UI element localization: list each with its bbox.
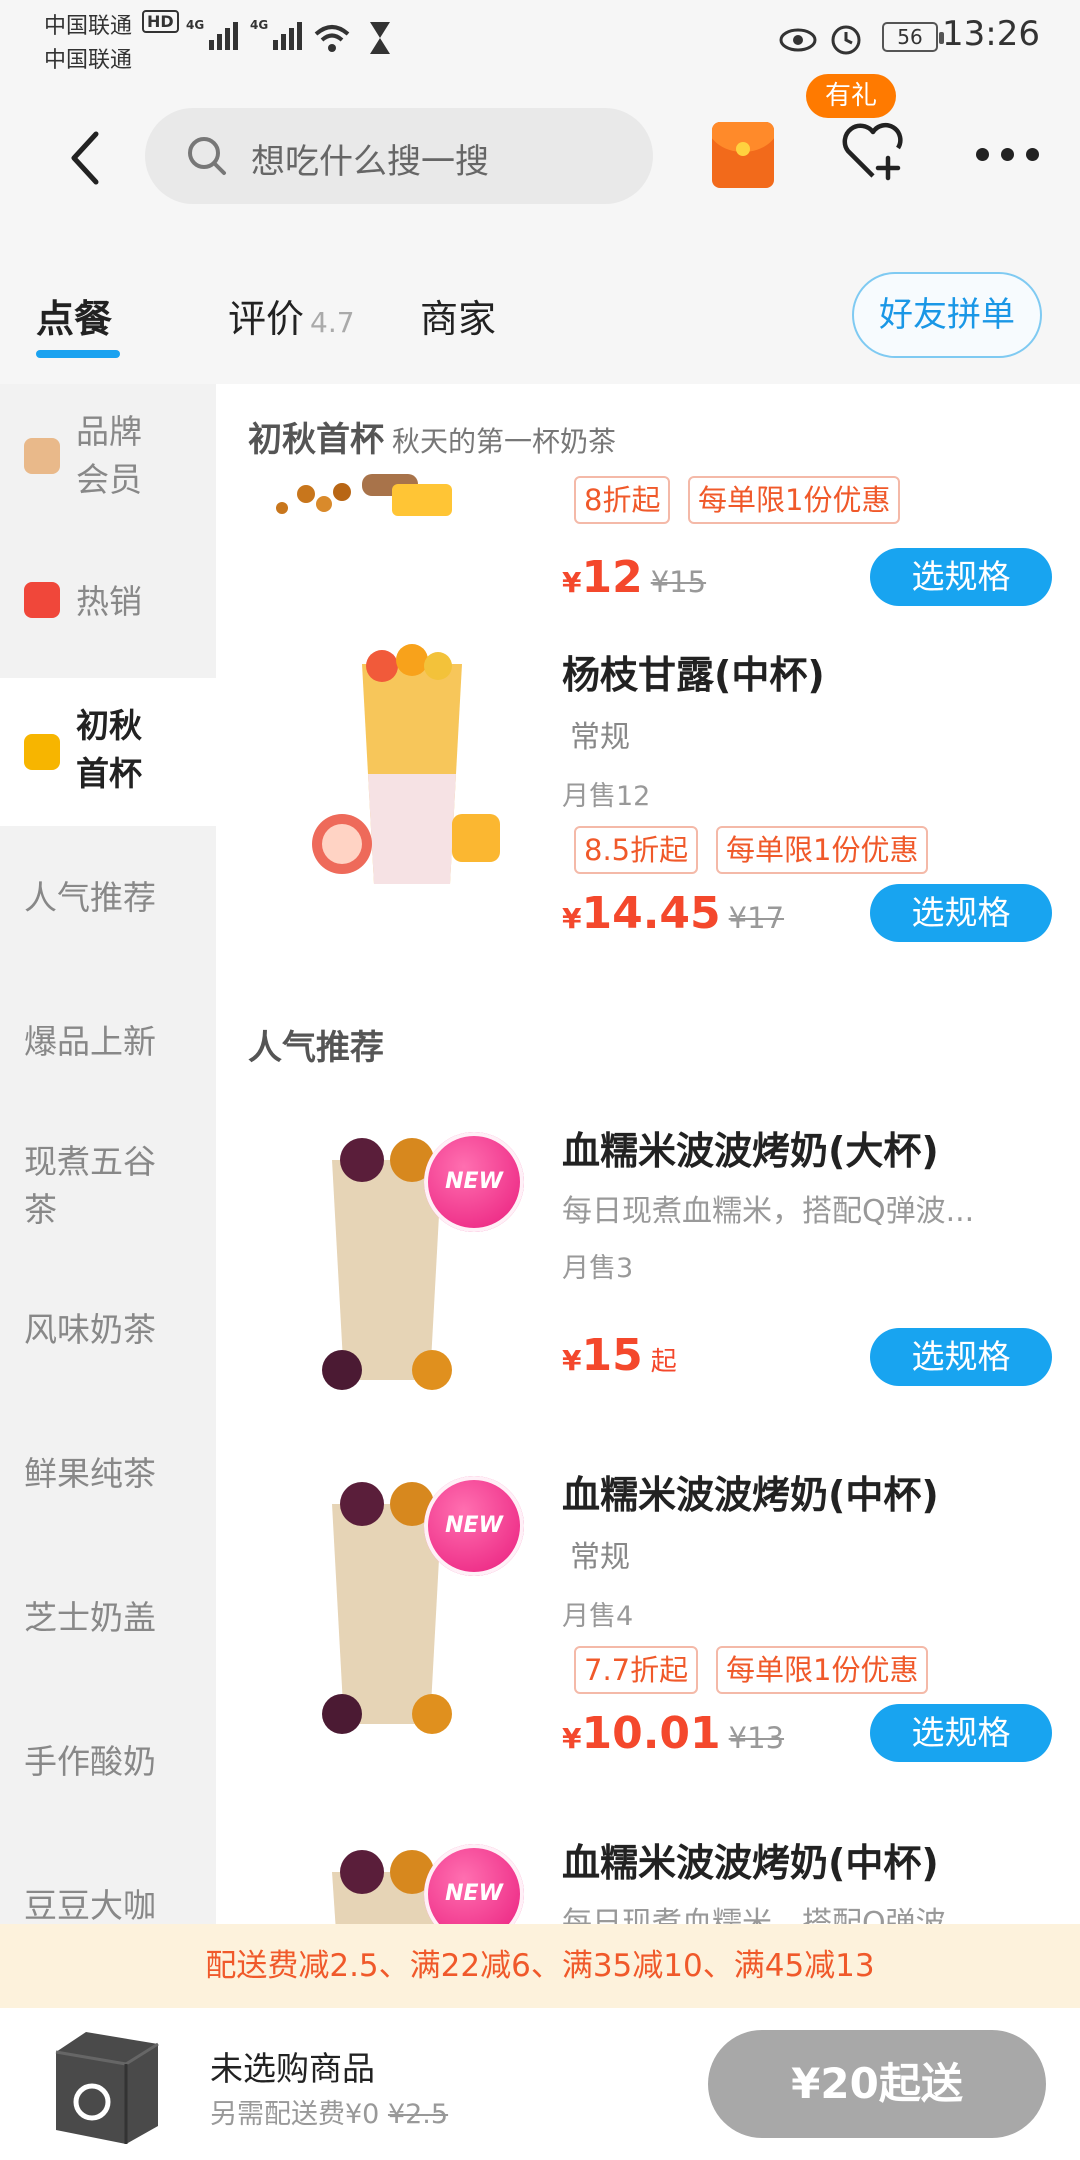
choose-spec-button[interactable]: 选规格 — [870, 1704, 1052, 1762]
active-tab-indicator — [36, 350, 120, 358]
product-name: 血糯米波波烤奶(中杯) — [562, 1841, 939, 1885]
product-description: 每日现煮血糯米，搭配Q弹波... — [562, 1194, 975, 1229]
sidebar-item-label: 手作酸奶 — [24, 1742, 156, 1781]
product-spec: 常规 — [570, 720, 630, 755]
cart-status: 未选购商品 — [210, 2049, 375, 2088]
sidebar-item-label: 初秋 首杯 — [76, 706, 142, 793]
tab-bar: 点餐 评价 4.7 商家 好友拼单 — [0, 260, 1080, 384]
min-order-button[interactable]: ¥20起送 — [708, 2030, 1046, 2138]
section-header-autumn: 初秋首杯 秋天的第一杯奶茶 — [248, 412, 616, 461]
product-spec: 常规 — [570, 1540, 630, 1575]
diamond-icon — [24, 438, 60, 474]
sidebar-item-label: 鲜果纯茶 — [24, 1454, 156, 1493]
carrier-name-1: 中国联通 — [44, 14, 133, 39]
category-sidebar: 品牌 会员 热销 初秋 首杯 人气推荐 爆品上新 现煮五谷 茶 风味奶茶 鲜果纯… — [0, 384, 216, 1924]
choose-spec-button[interactable]: 选规格 — [870, 548, 1052, 606]
product-name: 血糯米波波烤奶(大杯) — [562, 1129, 939, 1173]
discount-tag: 7.7折起 — [574, 1646, 699, 1694]
shopping-bag-icon[interactable] — [46, 2026, 168, 2148]
limit-tag: 每单限1份优惠 — [716, 826, 929, 874]
gift-badge: 有礼 — [806, 74, 896, 118]
sidebar-item-yogurt[interactable]: 手作酸奶 — [0, 1690, 216, 1834]
product-name: 血糯米波波烤奶(中杯) — [562, 1473, 939, 1517]
more-menu-icon[interactable] — [976, 148, 1040, 164]
delivery-fee: 另需配送费¥0 ¥2.5 — [210, 2099, 449, 2130]
tab-order[interactable]: 点餐 — [36, 288, 112, 343]
hd-badge: HD — [142, 10, 179, 33]
signal-icon-2: 4G — [250, 18, 303, 50]
limit-tag: 每单限1份优惠 — [688, 476, 901, 524]
fire-icon — [24, 582, 60, 618]
menu-item[interactable]: NEW 血糯米波波烤奶(大杯) 每日现煮血糯米，搭配Q弹波... 月售3 ¥15… — [216, 1120, 1080, 1440]
sidebar-item-label: 人气推荐 — [24, 878, 156, 917]
product-name: 杨枝甘露(中杯) — [562, 653, 825, 697]
new-badge: NEW — [424, 1132, 524, 1232]
section-title: 初秋首杯 — [248, 420, 384, 460]
sidebar-item-popular[interactable]: 人气推荐 — [0, 826, 216, 970]
section-title: 人气推荐 — [248, 1028, 384, 1068]
signal-icon-1: 4G — [186, 18, 239, 50]
monthly-sales: 月售4 — [562, 1601, 634, 1632]
price: ¥12 ¥15 — [562, 552, 707, 603]
tab-reviews[interactable]: 评价 4.7 — [228, 288, 355, 343]
sidebar-item-coffee[interactable]: 豆豆大咖 — [0, 1834, 216, 1924]
price: ¥15 起 — [562, 1330, 677, 1381]
sidebar-item-fruit-tea[interactable]: 鲜果纯茶 — [0, 1402, 216, 1546]
sidebar-item-hot[interactable]: 热销 — [0, 528, 216, 678]
sidebar-item-label: 热销 — [76, 582, 142, 621]
sidebar-item-label: 芝士奶盖 — [24, 1598, 156, 1637]
tag-icon — [24, 734, 60, 770]
carrier-name-2: 中国联通 — [44, 48, 133, 73]
sidebar-item-label: 现煮五谷 茶 — [24, 1142, 156, 1229]
search-placeholder: 想吃什么搜一搜 — [251, 142, 489, 182]
menu-item[interactable]: 杨枝甘露(中杯) 常规 月售12 8.5折起 每单限1份优惠 ¥14.45 ¥17… — [216, 644, 1080, 974]
sidebar-item-new[interactable]: 爆品上新 — [0, 970, 216, 1114]
discount-tag: 8折起 — [574, 476, 671, 524]
favorite-add-icon[interactable] — [840, 118, 906, 184]
sidebar-item-label: 风味奶茶 — [24, 1310, 156, 1349]
monthly-sales: 月售12 — [562, 781, 651, 812]
choose-spec-button[interactable]: 选规格 — [870, 884, 1052, 942]
rating-score: 4.7 — [310, 306, 355, 339]
delivery-promo-banner: 配送费减2.5、满22减6、满35减10、满45减13 — [0, 1924, 1080, 2008]
hourglass-icon — [370, 22, 390, 54]
menu-item[interactable]: NEW 血糯米波波烤奶(中杯) 每日现煮血糯米，搭配Q弹波... — [216, 1832, 1080, 1924]
red-packet-icon[interactable] — [712, 122, 774, 188]
sidebar-item-label: 豆豆大咖 — [24, 1886, 156, 1924]
sidebar-item-autumn[interactable]: 初秋 首杯 — [0, 678, 216, 826]
search-bar[interactable]: 想吃什么搜一搜 — [145, 108, 653, 204]
limit-tag: 每单限1份优惠 — [716, 1646, 929, 1694]
sidebar-item-grain-tea[interactable]: 现煮五谷 茶 — [0, 1114, 216, 1258]
cart-bar: 未选购商品 另需配送费¥0 ¥2.5 ¥20起送 — [0, 2008, 1080, 2160]
product-description: 每日现煮血糯米，搭配Q弹波... — [562, 1906, 975, 1924]
battery-icon: 56 — [882, 22, 944, 52]
section-subtitle: 秋天的第一杯奶茶 — [392, 425, 617, 458]
product-image — [312, 644, 500, 884]
alarm-icon — [831, 25, 861, 55]
choose-spec-button[interactable]: 选规格 — [870, 1328, 1052, 1386]
sidebar-item-cheese[interactable]: 芝士奶盖 — [0, 1546, 216, 1690]
price: ¥14.45 ¥17 — [562, 888, 785, 939]
sidebar-item-milk-tea[interactable]: 风味奶茶 — [0, 1258, 216, 1402]
tab-reviews-label: 评价 — [228, 297, 305, 341]
product-image — [276, 474, 452, 516]
sidebar-item-label: 品牌 会员 — [76, 412, 142, 499]
sidebar-item-label: 爆品上新 — [24, 1022, 156, 1061]
discount-tag: 8.5折起 — [574, 826, 699, 874]
new-badge: NEW — [424, 1476, 524, 1576]
section-header-popular: 人气推荐 — [248, 1020, 384, 1069]
wifi-icon — [314, 25, 350, 52]
sidebar-item-member[interactable]: 品牌 会员 — [0, 384, 216, 528]
price: ¥10.01 ¥13 — [562, 1708, 785, 1759]
status-bar: 中国联通 HD 中国联通 4G 4G 56 13:26 — [0, 0, 1080, 80]
menu-list: 初秋首杯 秋天的第一杯奶茶 8折起 每单限1份优惠 ¥12 ¥15 选规格 杨枝甘露… — [216, 384, 1080, 1924]
clock: 13:26 — [942, 14, 1040, 54]
eye-icon — [779, 28, 817, 52]
search-icon — [188, 137, 226, 175]
monthly-sales: 月售3 — [562, 1253, 634, 1284]
back-button[interactable] — [62, 130, 112, 186]
menu-item[interactable]: NEW 血糯米波波烤奶(中杯) 常规 月售4 7.7折起 每单限1份优惠 ¥10… — [216, 1464, 1080, 1794]
group-order-button[interactable]: 好友拼单 — [852, 272, 1042, 358]
tab-merchant[interactable]: 商家 — [420, 288, 496, 343]
